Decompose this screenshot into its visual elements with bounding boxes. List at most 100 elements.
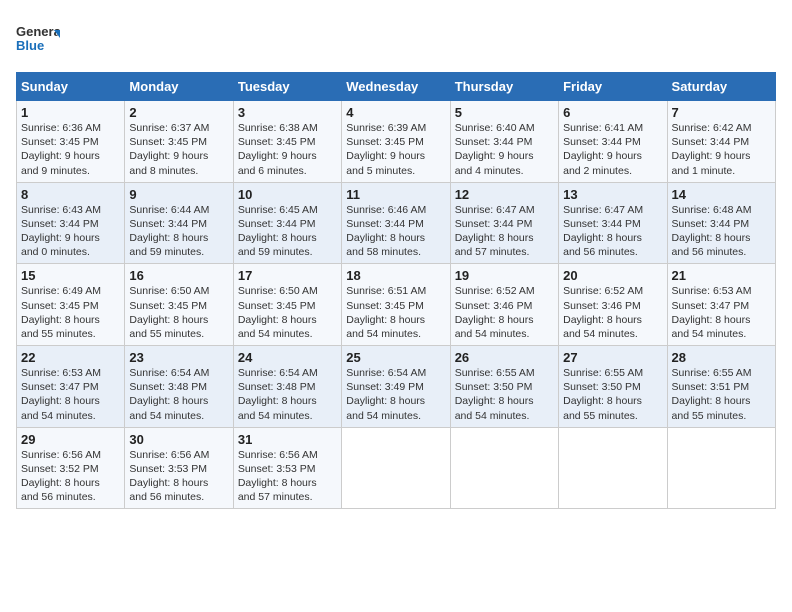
svg-text:Blue: Blue bbox=[16, 38, 44, 53]
day-info: Sunrise: 6:54 AM Sunset: 3:48 PM Dayligh… bbox=[238, 366, 337, 423]
day-info: Sunrise: 6:53 AM Sunset: 3:47 PM Dayligh… bbox=[672, 284, 771, 341]
calendar-cell: 13Sunrise: 6:47 AM Sunset: 3:44 PM Dayli… bbox=[559, 182, 667, 264]
day-number: 30 bbox=[129, 432, 228, 447]
calendar-cell: 6Sunrise: 6:41 AM Sunset: 3:44 PM Daylig… bbox=[559, 101, 667, 183]
day-info: Sunrise: 6:43 AM Sunset: 3:44 PM Dayligh… bbox=[21, 203, 120, 260]
day-number: 6 bbox=[563, 105, 662, 120]
day-info: Sunrise: 6:39 AM Sunset: 3:45 PM Dayligh… bbox=[346, 121, 445, 178]
calendar-cell: 25Sunrise: 6:54 AM Sunset: 3:49 PM Dayli… bbox=[342, 346, 450, 428]
calendar-week: 1Sunrise: 6:36 AM Sunset: 3:45 PM Daylig… bbox=[17, 101, 776, 183]
day-info: Sunrise: 6:45 AM Sunset: 3:44 PM Dayligh… bbox=[238, 203, 337, 260]
day-number: 27 bbox=[563, 350, 662, 365]
day-number: 3 bbox=[238, 105, 337, 120]
day-info: Sunrise: 6:36 AM Sunset: 3:45 PM Dayligh… bbox=[21, 121, 120, 178]
column-header-friday: Friday bbox=[559, 73, 667, 101]
day-number: 31 bbox=[238, 432, 337, 447]
calendar-week: 29Sunrise: 6:56 AM Sunset: 3:52 PM Dayli… bbox=[17, 427, 776, 509]
calendar-cell: 5Sunrise: 6:40 AM Sunset: 3:44 PM Daylig… bbox=[450, 101, 558, 183]
day-info: Sunrise: 6:48 AM Sunset: 3:44 PM Dayligh… bbox=[672, 203, 771, 260]
calendar-cell: 16Sunrise: 6:50 AM Sunset: 3:45 PM Dayli… bbox=[125, 264, 233, 346]
day-info: Sunrise: 6:42 AM Sunset: 3:44 PM Dayligh… bbox=[672, 121, 771, 178]
day-info: Sunrise: 6:38 AM Sunset: 3:45 PM Dayligh… bbox=[238, 121, 337, 178]
calendar-cell: 28Sunrise: 6:55 AM Sunset: 3:51 PM Dayli… bbox=[667, 346, 775, 428]
day-number: 29 bbox=[21, 432, 120, 447]
day-info: Sunrise: 6:55 AM Sunset: 3:50 PM Dayligh… bbox=[455, 366, 554, 423]
day-info: Sunrise: 6:55 AM Sunset: 3:51 PM Dayligh… bbox=[672, 366, 771, 423]
calendar-cell: 14Sunrise: 6:48 AM Sunset: 3:44 PM Dayli… bbox=[667, 182, 775, 264]
day-info: Sunrise: 6:55 AM Sunset: 3:50 PM Dayligh… bbox=[563, 366, 662, 423]
day-info: Sunrise: 6:56 AM Sunset: 3:53 PM Dayligh… bbox=[238, 448, 337, 505]
column-header-sunday: Sunday bbox=[17, 73, 125, 101]
day-info: Sunrise: 6:50 AM Sunset: 3:45 PM Dayligh… bbox=[238, 284, 337, 341]
day-info: Sunrise: 6:37 AM Sunset: 3:45 PM Dayligh… bbox=[129, 121, 228, 178]
day-info: Sunrise: 6:46 AM Sunset: 3:44 PM Dayligh… bbox=[346, 203, 445, 260]
calendar-cell: 4Sunrise: 6:39 AM Sunset: 3:45 PM Daylig… bbox=[342, 101, 450, 183]
calendar-cell: 27Sunrise: 6:55 AM Sunset: 3:50 PM Dayli… bbox=[559, 346, 667, 428]
column-header-monday: Monday bbox=[125, 73, 233, 101]
calendar-cell: 20Sunrise: 6:52 AM Sunset: 3:46 PM Dayli… bbox=[559, 264, 667, 346]
day-info: Sunrise: 6:53 AM Sunset: 3:47 PM Dayligh… bbox=[21, 366, 120, 423]
column-header-wednesday: Wednesday bbox=[342, 73, 450, 101]
day-info: Sunrise: 6:54 AM Sunset: 3:48 PM Dayligh… bbox=[129, 366, 228, 423]
calendar-cell: 29Sunrise: 6:56 AM Sunset: 3:52 PM Dayli… bbox=[17, 427, 125, 509]
day-number: 2 bbox=[129, 105, 228, 120]
day-number: 21 bbox=[672, 268, 771, 283]
calendar-week: 15Sunrise: 6:49 AM Sunset: 3:45 PM Dayli… bbox=[17, 264, 776, 346]
column-header-thursday: Thursday bbox=[450, 73, 558, 101]
day-info: Sunrise: 6:49 AM Sunset: 3:45 PM Dayligh… bbox=[21, 284, 120, 341]
day-number: 4 bbox=[346, 105, 445, 120]
calendar-cell: 22Sunrise: 6:53 AM Sunset: 3:47 PM Dayli… bbox=[17, 346, 125, 428]
calendar-cell bbox=[342, 427, 450, 509]
calendar-week: 8Sunrise: 6:43 AM Sunset: 3:44 PM Daylig… bbox=[17, 182, 776, 264]
day-number: 10 bbox=[238, 187, 337, 202]
day-number: 17 bbox=[238, 268, 337, 283]
day-number: 5 bbox=[455, 105, 554, 120]
calendar-cell: 2Sunrise: 6:37 AM Sunset: 3:45 PM Daylig… bbox=[125, 101, 233, 183]
calendar-cell: 17Sunrise: 6:50 AM Sunset: 3:45 PM Dayli… bbox=[233, 264, 341, 346]
calendar-cell: 3Sunrise: 6:38 AM Sunset: 3:45 PM Daylig… bbox=[233, 101, 341, 183]
day-info: Sunrise: 6:40 AM Sunset: 3:44 PM Dayligh… bbox=[455, 121, 554, 178]
calendar-cell: 30Sunrise: 6:56 AM Sunset: 3:53 PM Dayli… bbox=[125, 427, 233, 509]
day-number: 14 bbox=[672, 187, 771, 202]
day-info: Sunrise: 6:47 AM Sunset: 3:44 PM Dayligh… bbox=[563, 203, 662, 260]
day-number: 28 bbox=[672, 350, 771, 365]
calendar-cell: 19Sunrise: 6:52 AM Sunset: 3:46 PM Dayli… bbox=[450, 264, 558, 346]
calendar-cell: 24Sunrise: 6:54 AM Sunset: 3:48 PM Dayli… bbox=[233, 346, 341, 428]
column-headers: SundayMondayTuesdayWednesdayThursdayFrid… bbox=[17, 73, 776, 101]
calendar-table: SundayMondayTuesdayWednesdayThursdayFrid… bbox=[16, 72, 776, 509]
calendar-cell: 9Sunrise: 6:44 AM Sunset: 3:44 PM Daylig… bbox=[125, 182, 233, 264]
calendar-cell bbox=[559, 427, 667, 509]
day-number: 25 bbox=[346, 350, 445, 365]
calendar-cell: 18Sunrise: 6:51 AM Sunset: 3:45 PM Dayli… bbox=[342, 264, 450, 346]
logo-icon: General Blue bbox=[16, 16, 60, 60]
day-number: 22 bbox=[21, 350, 120, 365]
calendar-cell: 10Sunrise: 6:45 AM Sunset: 3:44 PM Dayli… bbox=[233, 182, 341, 264]
day-info: Sunrise: 6:47 AM Sunset: 3:44 PM Dayligh… bbox=[455, 203, 554, 260]
day-number: 26 bbox=[455, 350, 554, 365]
day-number: 11 bbox=[346, 187, 445, 202]
day-info: Sunrise: 6:56 AM Sunset: 3:52 PM Dayligh… bbox=[21, 448, 120, 505]
calendar-cell: 31Sunrise: 6:56 AM Sunset: 3:53 PM Dayli… bbox=[233, 427, 341, 509]
day-number: 1 bbox=[21, 105, 120, 120]
calendar-cell: 8Sunrise: 6:43 AM Sunset: 3:44 PM Daylig… bbox=[17, 182, 125, 264]
day-number: 18 bbox=[346, 268, 445, 283]
day-number: 12 bbox=[455, 187, 554, 202]
svg-text:General: General bbox=[16, 24, 60, 39]
calendar-cell bbox=[450, 427, 558, 509]
day-info: Sunrise: 6:44 AM Sunset: 3:44 PM Dayligh… bbox=[129, 203, 228, 260]
page-header: General Blue bbox=[16, 16, 776, 60]
column-header-saturday: Saturday bbox=[667, 73, 775, 101]
calendar-cell: 15Sunrise: 6:49 AM Sunset: 3:45 PM Dayli… bbox=[17, 264, 125, 346]
day-info: Sunrise: 6:50 AM Sunset: 3:45 PM Dayligh… bbox=[129, 284, 228, 341]
calendar-cell: 23Sunrise: 6:54 AM Sunset: 3:48 PM Dayli… bbox=[125, 346, 233, 428]
day-info: Sunrise: 6:56 AM Sunset: 3:53 PM Dayligh… bbox=[129, 448, 228, 505]
calendar-week: 22Sunrise: 6:53 AM Sunset: 3:47 PM Dayli… bbox=[17, 346, 776, 428]
day-number: 16 bbox=[129, 268, 228, 283]
calendar-cell: 12Sunrise: 6:47 AM Sunset: 3:44 PM Dayli… bbox=[450, 182, 558, 264]
day-info: Sunrise: 6:41 AM Sunset: 3:44 PM Dayligh… bbox=[563, 121, 662, 178]
day-number: 9 bbox=[129, 187, 228, 202]
day-info: Sunrise: 6:51 AM Sunset: 3:45 PM Dayligh… bbox=[346, 284, 445, 341]
calendar-cell: 1Sunrise: 6:36 AM Sunset: 3:45 PM Daylig… bbox=[17, 101, 125, 183]
day-info: Sunrise: 6:52 AM Sunset: 3:46 PM Dayligh… bbox=[455, 284, 554, 341]
calendar-cell: 11Sunrise: 6:46 AM Sunset: 3:44 PM Dayli… bbox=[342, 182, 450, 264]
